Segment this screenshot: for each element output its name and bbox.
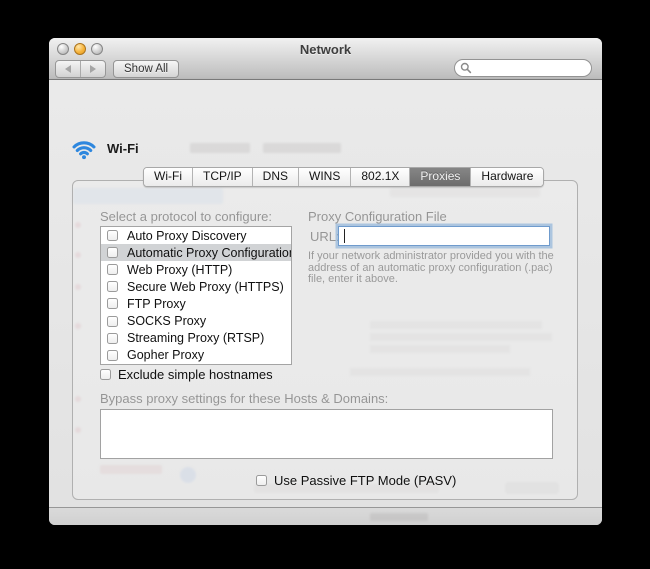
- protocol-checkbox[interactable]: [107, 316, 118, 327]
- protocol-label: FTP Proxy: [127, 297, 186, 311]
- protocol-row[interactable]: Automatic Proxy Configuration: [101, 244, 291, 261]
- protocol-row[interactable]: FTP Proxy: [101, 295, 291, 312]
- tab-proxies[interactable]: Proxies: [410, 168, 471, 186]
- exclude-hostnames-label: Exclude simple hostnames: [118, 367, 273, 382]
- protocol-row[interactable]: SOCKS Proxy: [101, 312, 291, 329]
- window-bottom-strip: [49, 508, 602, 525]
- service-name: Wi-Fi: [107, 141, 139, 156]
- protocol-checkbox[interactable]: [107, 264, 118, 275]
- search-icon: [460, 62, 472, 74]
- passive-ftp-checkbox[interactable]: [256, 475, 267, 486]
- protocol-label: Gopher Proxy: [127, 348, 204, 362]
- tab-wins[interactable]: WINS: [299, 168, 351, 186]
- protocol-checkbox[interactable]: [107, 333, 118, 344]
- search-field[interactable]: [454, 59, 592, 77]
- protocol-checkbox[interactable]: [107, 350, 118, 361]
- protocol-label: Secure Web Proxy (HTTPS): [127, 280, 284, 294]
- protocol-row[interactable]: Secure Web Proxy (HTTPS): [101, 278, 291, 295]
- text-caret: [344, 229, 345, 243]
- tab-802-1x[interactable]: 802.1X: [351, 168, 410, 186]
- tab-bar: Wi-FiTCP/IPDNSWINS802.1XProxiesHardware: [143, 167, 544, 187]
- protocol-checkbox[interactable]: [107, 230, 118, 241]
- url-input[interactable]: [338, 226, 550, 246]
- back-button[interactable]: [56, 61, 81, 77]
- forward-arrow-icon: [90, 65, 96, 73]
- proxies-sheet: Wi-Fi Wi-FiTCP/IPDNSWINS802.1XProxiesHar…: [49, 80, 602, 508]
- tab-wi-fi[interactable]: Wi-Fi: [144, 168, 193, 186]
- protocol-checkbox[interactable]: [107, 298, 118, 309]
- forward-button[interactable]: [81, 61, 105, 77]
- history-nav-control: [55, 60, 106, 78]
- protocol-row[interactable]: Auto Proxy Discovery: [101, 227, 291, 244]
- protocol-label: Web Proxy (HTTP): [127, 263, 232, 277]
- window-title: Network: [49, 42, 602, 57]
- exclude-hostnames-checkbox[interactable]: [100, 369, 111, 380]
- protocol-row[interactable]: Web Proxy (HTTP): [101, 261, 291, 278]
- tab-hardware[interactable]: Hardware: [471, 168, 543, 186]
- show-all-button[interactable]: Show All: [113, 60, 179, 78]
- passive-ftp-row: Use Passive FTP Mode (PASV): [256, 473, 456, 488]
- protocol-label: Auto Proxy Discovery: [127, 229, 246, 243]
- protocol-checkbox[interactable]: [107, 281, 118, 292]
- service-header: Wi-Fi: [70, 137, 139, 160]
- protocol-row[interactable]: Streaming Proxy (RTSP): [101, 330, 291, 347]
- wifi-icon: [70, 137, 98, 160]
- network-preferences-window: Network Show All: [49, 38, 602, 525]
- exclude-hostnames-row: Exclude simple hostnames: [100, 367, 273, 382]
- protocol-checkbox[interactable]: [107, 247, 118, 258]
- ghost-content: [190, 143, 250, 153]
- protocol-label: Streaming Proxy (RTSP): [127, 331, 264, 345]
- ghost-content: [263, 143, 341, 153]
- tab-tcp-ip[interactable]: TCP/IP: [193, 168, 253, 186]
- back-arrow-icon: [65, 65, 71, 73]
- protocol-label: SOCKS Proxy: [127, 314, 206, 328]
- passive-ftp-label: Use Passive FTP Mode (PASV): [274, 473, 456, 488]
- protocol-row[interactable]: Gopher Proxy: [101, 347, 291, 364]
- protocol-list[interactable]: Auto Proxy Discovery Automatic Proxy Conf…: [100, 226, 292, 365]
- protocol-label: Automatic Proxy Configuration: [127, 246, 292, 260]
- bypass-hosts-textarea[interactable]: [100, 409, 553, 459]
- tab-dns[interactable]: DNS: [253, 168, 299, 186]
- ghost-content: [370, 513, 428, 521]
- window-chrome: Network Show All: [49, 38, 602, 80]
